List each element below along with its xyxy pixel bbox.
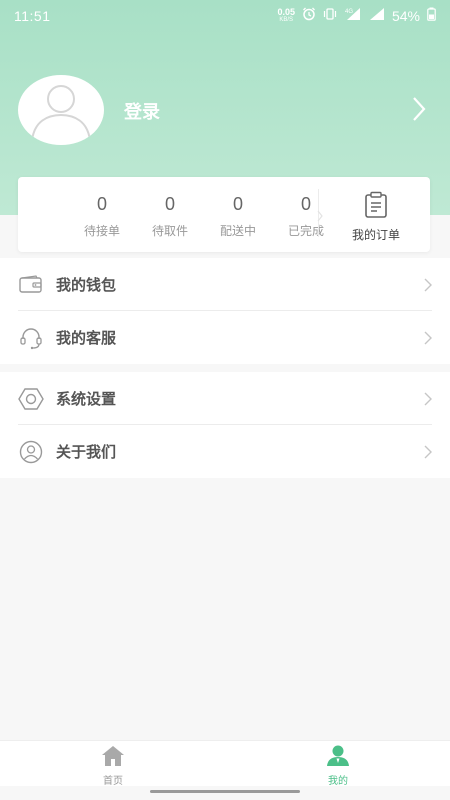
menu-label: 我的钱包 xyxy=(56,276,117,294)
chevron-right-icon xyxy=(424,444,432,463)
stat-label: 待取件 xyxy=(151,224,188,238)
home-icon xyxy=(99,746,127,771)
menu-item-wallet[interactable]: 我的钱包 xyxy=(0,258,450,311)
stat-label: 配送中 xyxy=(219,224,256,238)
my-orders-label: 我的订单 xyxy=(351,228,400,242)
stat-count: 0 xyxy=(300,194,311,214)
stat-count: 0 xyxy=(164,194,175,214)
divider-arrow-icon xyxy=(316,207,324,226)
login-link[interactable]: 登录 xyxy=(124,98,160,124)
my-orders-button[interactable]: 我的订单 xyxy=(340,191,412,243)
clipboard-icon xyxy=(363,191,389,223)
stat-label: 已完成 xyxy=(287,224,324,238)
menu-group-system: 系统设置 关于我们 xyxy=(0,372,450,478)
gesture-bar[interactable] xyxy=(150,790,300,793)
user-circle-icon xyxy=(18,439,44,465)
default-avatar-icon xyxy=(31,85,91,142)
tab-home[interactable]: 首页 xyxy=(83,745,143,787)
menu-item-customer-service[interactable]: 我的客服 xyxy=(0,311,450,364)
chevron-right-icon[interactable] xyxy=(412,96,426,126)
status-bar: 11:51 0.05 KB/S 4G 54% xyxy=(0,0,450,32)
status-time: 11:51 xyxy=(14,8,51,24)
stat-count: 0 xyxy=(232,194,243,214)
menu-item-settings[interactable]: 系统设置 xyxy=(0,372,450,425)
menu-group-account: 我的钱包 我的客服 xyxy=(0,258,450,364)
vibrate-icon xyxy=(323,7,337,25)
menu-label: 关于我们 xyxy=(56,443,117,461)
order-card: 0 待接单 0 待取件 0 配送中 0 已完成 我的订单 xyxy=(18,177,430,252)
menu-item-about[interactable]: 关于我们 xyxy=(0,425,450,478)
alarm-icon xyxy=(302,7,316,25)
headset-icon xyxy=(18,325,44,351)
status-icons: 0.05 KB/S 4G 54% xyxy=(277,7,436,25)
user-icon xyxy=(324,745,352,771)
tab-mine[interactable]: 我的 xyxy=(308,745,368,787)
stat-count: 0 xyxy=(96,194,107,214)
menu-label: 系统设置 xyxy=(56,390,117,408)
chevron-right-icon xyxy=(424,391,432,410)
wallet-icon xyxy=(18,272,44,298)
stat-label: 待接单 xyxy=(83,224,120,238)
signal-4g-icon: 4G xyxy=(344,7,362,25)
signal-icon xyxy=(369,7,385,25)
battery-icon xyxy=(427,7,436,25)
menu-label: 我的客服 xyxy=(56,329,117,347)
net-speed-unit: KB/S xyxy=(279,17,294,23)
net-speed-value: 0.05 xyxy=(277,7,295,17)
avatar[interactable] xyxy=(18,75,104,145)
tab-label: 首页 xyxy=(103,776,123,787)
bottom-tabbar: 首页 我的 xyxy=(0,740,450,787)
chevron-right-icon xyxy=(424,277,432,296)
settings-icon xyxy=(18,386,44,412)
battery-percent: 54% xyxy=(391,8,420,24)
chevron-right-icon xyxy=(424,330,432,349)
tab-label: 我的 xyxy=(328,776,348,787)
svg-text:4G: 4G xyxy=(345,9,353,15)
net-speed: 0.05 KB/S xyxy=(277,8,295,24)
